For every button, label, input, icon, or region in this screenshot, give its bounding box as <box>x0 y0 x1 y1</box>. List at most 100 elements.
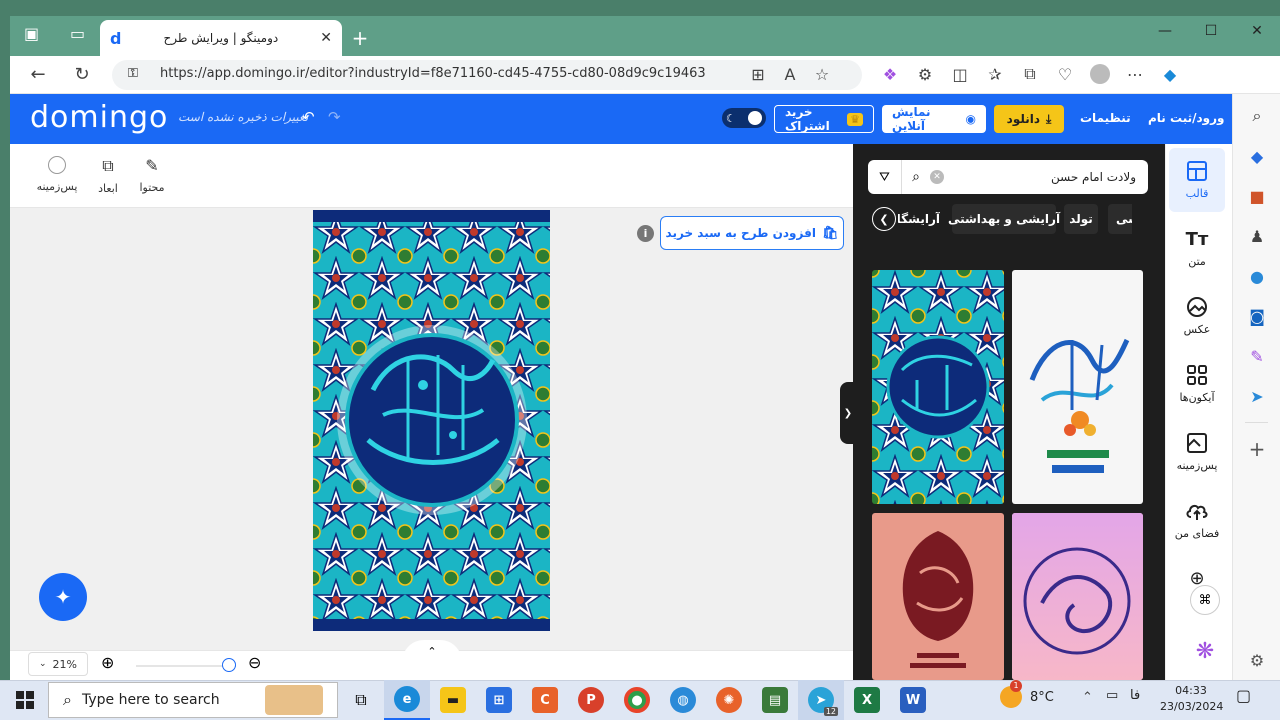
edge-app-icon[interactable]: e <box>384 680 430 720</box>
tab-actions-icon[interactable]: ▭ <box>70 24 102 56</box>
template-thumbnail[interactable] <box>872 513 1004 680</box>
template-thumbnail[interactable] <box>872 270 1004 504</box>
info-icon[interactable]: i <box>637 225 654 242</box>
app-available-icon[interactable]: ⊞ <box>742 58 774 90</box>
shopping-tag-icon[interactable]: ◆ <box>1233 136 1280 176</box>
translate-icon[interactable]: ⌘ <box>1190 585 1220 615</box>
split-screen-icon[interactable]: ◫ <box>944 58 976 90</box>
add-sidebar-app-icon[interactable]: + <box>1233 429 1280 469</box>
pages-toggle-button[interactable]: ⌃ <box>402 640 462 662</box>
background-tool[interactable]: پس‌زمینه <box>32 156 82 193</box>
nav-templates[interactable]: قالب <box>1169 148 1225 212</box>
read-aloud-icon[interactable]: A <box>774 58 806 90</box>
taskbar-app-p-icon[interactable]: P <box>568 680 614 720</box>
microsoft365-icon[interactable]: ● <box>1233 256 1280 296</box>
nav-my-space[interactable]: فضای من <box>1169 488 1225 552</box>
filter-icon[interactable]: ⛛ <box>868 160 902 194</box>
windows-logo-icon <box>16 691 34 709</box>
design-canvas[interactable] <box>313 210 550 631</box>
start-button[interactable] <box>2 680 48 720</box>
tools-briefcase-icon[interactable]: ■ <box>1233 176 1280 216</box>
buy-subscription-button[interactable]: خرید اشتراک ♛ <box>774 105 874 133</box>
clock[interactable]: 04:33 23/03/2024 <box>1160 683 1223 715</box>
zoom-in-icon[interactable]: ⊕ <box>101 653 114 672</box>
back-icon[interactable]: ← <box>22 58 54 90</box>
nav-image[interactable]: عکس <box>1169 284 1225 348</box>
chips-next-button[interactable]: ❮ <box>872 207 896 231</box>
chrome-icon[interactable]: ● <box>614 680 660 720</box>
word-icon[interactable]: W <box>890 680 936 720</box>
dark-mode-toggle[interactable]: ☾ <box>722 108 766 128</box>
taskbar-globe-icon[interactable]: ◍ <box>660 680 706 720</box>
tray-chevron-icon[interactable]: ⌃ <box>1082 690 1093 705</box>
profile-avatar[interactable] <box>1084 58 1116 90</box>
nav-background[interactable]: پس‌زمینه <box>1169 420 1225 484</box>
magic-wand-button[interactable]: ✦ <box>39 573 87 621</box>
notifications-icon[interactable]: ▢ <box>1236 686 1251 705</box>
content-tool[interactable]: ✎ محتوا <box>127 156 177 194</box>
category-chip[interactable]: شی <box>1108 204 1132 234</box>
copilot-brain-icon[interactable]: ❋ <box>1180 626 1230 676</box>
firefox-icon[interactable]: ✺ <box>706 680 752 720</box>
designer-icon[interactable]: ✎ <box>1233 336 1280 376</box>
template-thumbnail[interactable] <box>1012 513 1143 680</box>
taskbar-green-app-icon[interactable]: ▤ <box>752 680 798 720</box>
zoom-select[interactable]: ⌄ 21% <box>28 652 88 676</box>
minimize-icon[interactable]: — <box>1142 16 1188 46</box>
active-tab[interactable]: d دومینگو | ویرایش طرح ✕ <box>100 20 342 56</box>
close-tab-icon[interactable]: ✕ <box>320 30 332 46</box>
undo-icon[interactable]: ↶ <box>302 108 315 126</box>
refresh-icon[interactable]: ↻ <box>66 58 98 90</box>
copilot-icon[interactable]: ◆ <box>1154 58 1186 90</box>
search-icon[interactable]: ⌕ <box>1233 96 1280 136</box>
nav-icons[interactable]: آیکون‌ها <box>1169 352 1225 416</box>
send-icon[interactable]: ➤ <box>1233 376 1280 416</box>
zoom-slider[interactable] <box>136 665 236 667</box>
task-view-icon[interactable]: ⧉ <box>338 680 384 720</box>
outlook-icon[interactable]: ◙ <box>1233 296 1280 336</box>
taskbar-search[interactable]: ⌕ Type here to search <box>48 682 338 718</box>
clear-search-icon[interactable]: ✕ <box>930 170 944 184</box>
search-icon[interactable]: ⌕ <box>902 169 930 185</box>
login-link[interactable]: ورود/ثبت نام <box>1148 111 1224 125</box>
network-icon[interactable]: ▭ <box>1106 688 1118 703</box>
site-info-icon[interactable]: ⚿ <box>128 66 138 81</box>
store-icon[interactable]: ⊞ <box>476 680 522 720</box>
category-chip[interactable]: آرایشگاه <box>898 204 940 234</box>
add-to-cart-button[interactable]: افزودن طرح به سبد خرید 🛍︎ <box>660 216 844 250</box>
games-icon[interactable]: ♟ <box>1233 216 1280 256</box>
category-chip[interactable]: تولد <box>1064 204 1098 234</box>
sidebar-settings-icon[interactable]: ⚙ <box>1233 640 1280 680</box>
clock-time: 04:33 <box>1175 684 1207 697</box>
favorite-star-icon[interactable]: ☆ <box>806 58 838 90</box>
nav-text[interactable]: Tт متن <box>1169 216 1225 280</box>
excel-icon[interactable]: X <box>844 680 890 720</box>
zoom-slider-handle[interactable] <box>222 658 236 672</box>
collapse-panel-button[interactable]: ❯ <box>840 382 856 444</box>
favorites-icon[interactable]: ✰ <box>979 58 1011 90</box>
download-button[interactable]: دانلود ⤓ <box>994 105 1064 133</box>
telegram-icon[interactable]: ➤ 12 <box>798 680 844 720</box>
zoom-out-icon[interactable]: ⊖ <box>248 653 261 672</box>
copilot-extension-icon[interactable]: ❖ <box>874 58 906 90</box>
search-input[interactable] <box>944 170 1148 184</box>
template-thumbnail[interactable] <box>1012 270 1143 504</box>
dimensions-tool[interactable]: ⧉ ابعاد <box>83 156 133 195</box>
language-indicator[interactable]: فا <box>1130 688 1140 703</box>
workspaces-icon[interactable]: ▣ <box>24 24 56 56</box>
file-explorer-icon[interactable]: ▬ <box>430 680 476 720</box>
online-view-button[interactable]: نمایش آنلاین ◉ <box>882 105 986 133</box>
close-window-icon[interactable]: ✕ <box>1234 16 1280 46</box>
extensions-icon[interactable]: ⚙ <box>909 58 941 90</box>
taskbar-app-orange-icon[interactable]: C <box>522 680 568 720</box>
new-tab-button[interactable]: + <box>344 22 376 54</box>
settings-link[interactable]: تنظیمات <box>1080 111 1131 125</box>
category-chip[interactable]: آرایشی و بهداشتی <box>948 204 1060 234</box>
domingo-logo[interactable]: domingo <box>30 100 168 135</box>
maximize-icon[interactable]: ☐ <box>1188 16 1234 46</box>
weather-widget[interactable]: 1 8°C <box>1000 680 1054 708</box>
collections-icon[interactable]: ⧉ <box>1014 58 1046 90</box>
redo-icon[interactable]: ↷ <box>328 108 341 126</box>
performance-icon[interactable]: ♡ <box>1049 58 1081 90</box>
more-menu-icon[interactable]: ⋯ <box>1119 58 1151 90</box>
